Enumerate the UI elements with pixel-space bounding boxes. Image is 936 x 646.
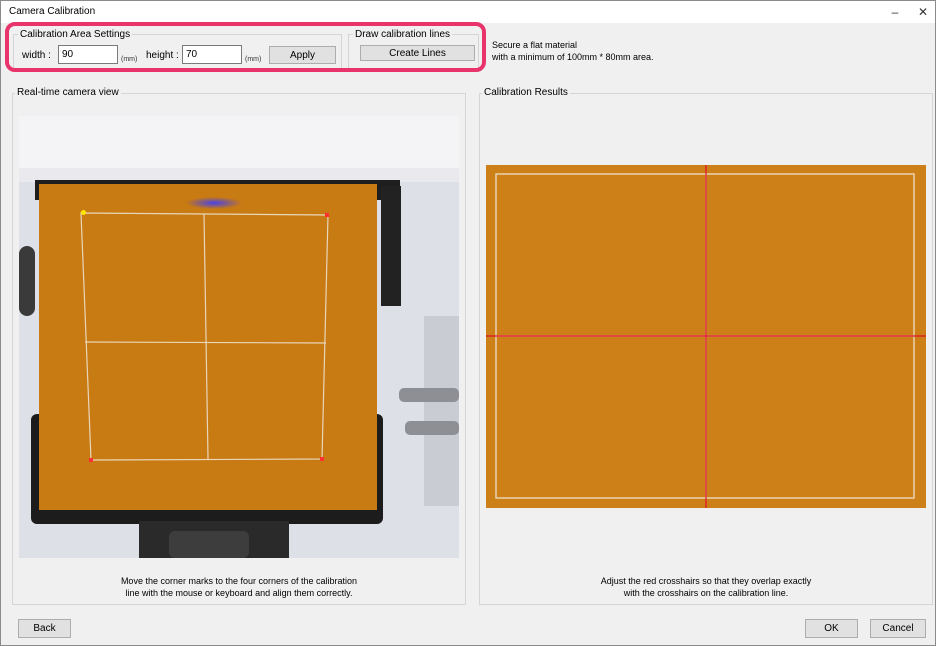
- results-panel-legend: Calibration Results: [482, 87, 570, 98]
- width-label: width :: [22, 50, 51, 61]
- result-image: [486, 165, 926, 508]
- material-info-line1: Secure a flat material: [492, 40, 578, 50]
- apply-button[interactable]: Apply: [269, 46, 336, 64]
- width-unit: (mm): [121, 56, 138, 63]
- calibration-area-legend: Calibration Area Settings: [20, 29, 131, 40]
- height-label: height :: [146, 50, 179, 61]
- window-title: Camera Calibration: [9, 6, 96, 17]
- camera-view[interactable]: [19, 116, 459, 558]
- corner-mark[interactable]: [81, 210, 86, 215]
- results-instruction-line1: Adjust the red crosshairs so that they o…: [600, 576, 812, 586]
- camera-panel-legend: Real-time camera view: [15, 87, 121, 98]
- close-icon[interactable]: ✕: [909, 3, 936, 21]
- calibration-result-view[interactable]: [486, 165, 926, 508]
- height-unit: (mm): [245, 56, 262, 63]
- back-button[interactable]: Back: [18, 619, 71, 638]
- create-lines-button[interactable]: Create Lines: [360, 45, 475, 61]
- results-instruction-line2: with the crosshairs on the calibration l…: [623, 588, 789, 598]
- draw-lines-legend: Draw calibration lines: [355, 29, 451, 40]
- width-input[interactable]: [58, 45, 118, 64]
- material-info-line2: with a minimum of 100mm * 80mm area.: [492, 52, 654, 62]
- camera-calibration-window: Camera Calibration – ✕ Calibration Area …: [0, 0, 936, 646]
- camera-image: [19, 116, 459, 558]
- camera-instructions: Move the corner marks to the four corner…: [89, 575, 389, 599]
- material-info: Secure a flat material with a minimum of…: [492, 39, 654, 63]
- minimize-icon[interactable]: –: [881, 3, 909, 21]
- camera-instruction-line2: line with the mouse or keyboard and alig…: [125, 588, 353, 598]
- camera-instruction-line1: Move the corner marks to the four corner…: [120, 576, 358, 586]
- height-input[interactable]: [182, 45, 242, 64]
- title-bar: Camera Calibration – ✕: [1, 1, 935, 23]
- results-instructions: Adjust the red crosshairs so that they o…: [556, 575, 856, 599]
- ok-button[interactable]: OK: [805, 619, 858, 638]
- cancel-button[interactable]: Cancel: [870, 619, 926, 638]
